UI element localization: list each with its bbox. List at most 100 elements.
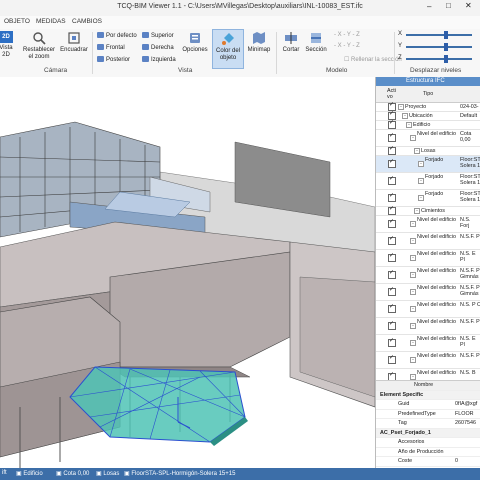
view-izquierda[interactable]: Izquierda [142,56,176,63]
property-row[interactable]: Coste 0 [376,457,480,467]
axis-y-label: Y [398,43,403,49]
tree-row[interactable]: −Nivel del edificio N.S.F. Pl Gimnás [376,267,480,284]
encuadrar-button[interactable]: Encuadrar [59,31,89,54]
property-section: Element Specific [376,390,480,400]
tree-row[interactable]: −Nivel del edificio N.S.F. P [376,233,480,250]
expand-toggle-icon[interactable]: − [410,238,416,244]
3d-viewport[interactable] [0,77,375,468]
slider-y[interactable] [406,43,472,51]
expand-toggle-icon[interactable]: − [410,289,416,295]
expand-toggle-icon[interactable]: − [410,357,416,363]
visibility-checkbox[interactable] [388,355,396,364]
menu-cambios[interactable]: CAMBIOS [72,18,102,25]
visibility-checkbox[interactable] [388,102,396,111]
visibility-checkbox[interactable] [388,236,396,245]
tree-row[interactable]: −Nivel del edificio N.S.F. Pl Gimnás [376,284,480,301]
expand-toggle-icon[interactable]: − [418,178,424,184]
building-model[interactable] [0,77,375,468]
expand-toggle-icon[interactable]: − [410,221,416,227]
breadcrumb-forjado[interactable]: ▣ FloorSTA-SPL-Hormigón-Solera 15+15 [124,470,235,477]
section-axis-plus-buttons[interactable]: - X - Y - Z [334,32,360,38]
view-posterior[interactable]: Posterior [97,56,130,63]
expand-toggle-icon[interactable]: − [414,148,420,154]
expand-toggle-icon[interactable]: − [410,255,416,261]
column-activo[interactable]: Acti vo [387,88,397,100]
visibility-checkbox[interactable] [388,270,396,279]
tree-row[interactable]: −Nivel del edificio N.S. Forj [376,216,480,233]
visibility-checkbox[interactable] [388,146,396,155]
minimize-icon[interactable]: – [427,2,431,11]
slider-x-thumb[interactable] [443,31,448,39]
expand-toggle-icon[interactable]: − [410,135,416,141]
tree-row-label: Nivel del edificio [417,302,456,308]
property-row[interactable]: PredefinedType FLOOR [376,410,480,419]
expand-toggle-icon[interactable]: − [410,323,416,329]
breadcrumb-losas[interactable]: ▣ Losas [96,470,119,477]
breadcrumb-edificio[interactable]: ▣ Edificio [16,470,43,477]
visibility-checkbox[interactable] [388,120,396,129]
menu-medidas[interactable]: MEDIDAS [36,18,66,25]
close-icon[interactable]: ✕ [465,1,472,10]
expand-toggle-icon[interactable]: − [414,208,420,214]
section-axis-minus-buttons[interactable]: - X - Y - Z [334,43,360,49]
visibility-checkbox[interactable] [388,253,396,262]
tree-row[interactable]: −Forjado Floor:STA-Solera 1 [376,173,480,190]
tree-row[interactable]: −Forjado Floor:STA-Solera 1 [376,156,480,173]
tree-row[interactable]: −Forjado Floor:STA-Solera 1 [376,190,480,207]
visibility-checkbox[interactable] [388,321,396,330]
tree-row[interactable]: −Nivel del edificio Cota 0,00 [376,130,480,147]
cube-left-icon [142,56,149,62]
visibility-checkbox[interactable] [388,159,396,168]
visibility-checkbox[interactable] [388,304,396,313]
view-superior[interactable]: Superior [142,32,174,39]
visibility-checkbox[interactable] [388,193,396,202]
slider-x[interactable] [406,31,472,39]
opciones-button[interactable]: Opciones [181,31,209,54]
visibility-checkbox[interactable] [388,206,396,215]
view-derecha[interactable]: Derecha [142,44,174,51]
visibility-checkbox[interactable] [388,176,396,185]
visibility-checkbox[interactable] [388,338,396,347]
tree-row[interactable]: −Nivel del edificio N.S.F. P [376,318,480,335]
breadcrumb-cota[interactable]: ▣ Cota 0,00 [56,470,89,477]
tree-row[interactable]: −Nivel del edificio N.S.F. Pl [376,352,480,369]
view-por-defecto[interactable]: Por defecto [97,32,137,39]
vista-2d-button[interactable]: 2D Vista 2D [0,31,14,59]
menu-objeto[interactable]: OBJETO [4,18,30,25]
expand-toggle-icon[interactable]: − [418,161,424,167]
expand-toggle-icon[interactable]: − [410,340,416,346]
slider-y-thumb[interactable] [443,43,448,51]
expand-toggle-icon[interactable]: − [418,195,424,201]
property-row[interactable]: Tag 2607546 [376,419,480,429]
tree-row[interactable]: −Nivel del edificio N.S. E Pl [376,250,480,267]
expand-toggle-icon[interactable]: − [410,272,416,278]
seccion-button[interactable]: Sección [304,31,328,54]
slider-z[interactable] [406,55,472,63]
visibility-checkbox[interactable] [388,133,396,142]
visibility-checkbox[interactable] [388,111,396,120]
property-row[interactable]: Guid 0fIA@xgf [376,400,480,410]
visibility-checkbox[interactable] [388,287,396,296]
tree-row[interactable]: −Nivel del edificio N.S. P C [376,301,480,318]
expand-toggle-icon[interactable]: − [398,104,404,110]
visibility-checkbox[interactable] [388,219,396,228]
slider-z-thumb[interactable] [443,55,448,63]
tree-row[interactable]: −Nivel del edificio N.S. E Pl [376,335,480,352]
maximize-icon[interactable]: □ [446,1,451,10]
tree-row[interactable]: −Cimientos [376,206,480,216]
view-frontal[interactable]: Frontal [97,44,125,51]
tree-row[interactable]: −Edificio [376,120,480,130]
expand-toggle-icon[interactable]: − [410,306,416,312]
cortar-button[interactable]: Cortar [280,31,302,54]
property-row[interactable]: Año de Producción [376,448,480,457]
color-objeto-button[interactable]: Color del objeto [212,29,244,69]
restablecer-zoom-button[interactable]: Restablecer el zoom [22,31,56,61]
tree-row-label: Forjado [425,191,444,197]
column-tipo[interactable]: Tipo [423,91,433,97]
expand-toggle-icon[interactable]: − [406,122,412,128]
expand-toggle-icon[interactable]: − [402,113,408,119]
minimap-button[interactable]: Minimap [245,31,273,54]
tree-row-label: Nivel del edificio [417,131,456,137]
tree-row[interactable]: −Losas [376,146,480,156]
property-row[interactable]: Accesorios [376,438,480,448]
